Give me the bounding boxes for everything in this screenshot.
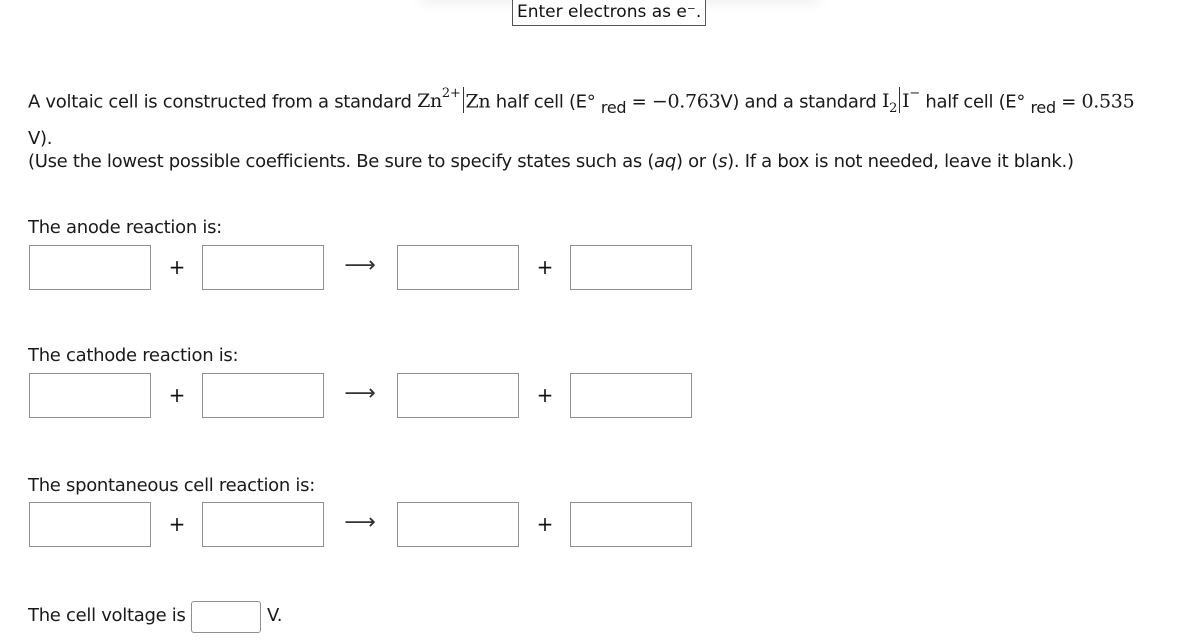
iodide-formula: I−: [902, 86, 920, 113]
cell-reaction-label: The spontaneous cell reaction is:: [28, 475, 315, 496]
electron-hint-tooltip: Enter electrons as e⁻.: [512, 0, 707, 26]
instructions: (Use the lowest possible coefficients. B…: [28, 151, 1074, 172]
anode-reactant-2-input[interactable]: [202, 245, 324, 290]
anode-reactant-1-input[interactable]: [29, 245, 151, 290]
cell-product-2-input[interactable]: [570, 502, 692, 547]
cathode-label: The cathode reaction is:: [28, 345, 239, 366]
phase-boundary: [899, 87, 901, 114]
phase-boundary: [462, 87, 464, 114]
zn-ion-formula: Zn2+: [417, 86, 461, 113]
iodine-potential: 0.535: [1081, 90, 1135, 113]
reaction-arrow-icon: ⟶: [344, 253, 376, 278]
cathode-reactant-2-input[interactable]: [202, 373, 324, 418]
question-prompt: A voltaic cell is constructed from a sta…: [28, 86, 1135, 150]
plus-sign: +: [168, 512, 186, 536]
cell-product-1-input[interactable]: [397, 502, 519, 547]
cathode-reactant-1-input[interactable]: [29, 373, 151, 418]
i2-formula: I2: [881, 90, 898, 117]
zn-metal-formula: Zn: [465, 90, 491, 113]
reaction-arrow-icon: ⟶: [344, 381, 376, 406]
red-subscript: red: [1030, 98, 1057, 118]
cathode-product-2-input[interactable]: [570, 373, 692, 418]
reaction-arrow-icon: ⟶: [344, 510, 376, 535]
plus-sign: +: [168, 255, 186, 279]
plus-sign: +: [536, 255, 554, 279]
anode-label: The anode reaction is:: [28, 217, 222, 238]
zn-potential: −0.763: [651, 90, 721, 113]
prompt-text: A voltaic cell is constructed from a sta…: [28, 91, 418, 113]
voltage-unit: V.: [267, 605, 283, 626]
red-subscript: red: [600, 98, 627, 118]
cell-voltage-label: The cell voltage is: [28, 605, 186, 626]
plus-sign: +: [168, 383, 186, 407]
cell-reactant-1-input[interactable]: [29, 502, 151, 547]
cathode-product-1-input[interactable]: [397, 373, 519, 418]
cell-voltage-input[interactable]: [191, 601, 261, 633]
anode-product-2-input[interactable]: [570, 245, 692, 290]
plus-sign: +: [536, 383, 554, 407]
plus-sign: +: [536, 512, 554, 536]
cell-reactant-2-input[interactable]: [202, 502, 324, 547]
anode-product-1-input[interactable]: [397, 245, 519, 290]
